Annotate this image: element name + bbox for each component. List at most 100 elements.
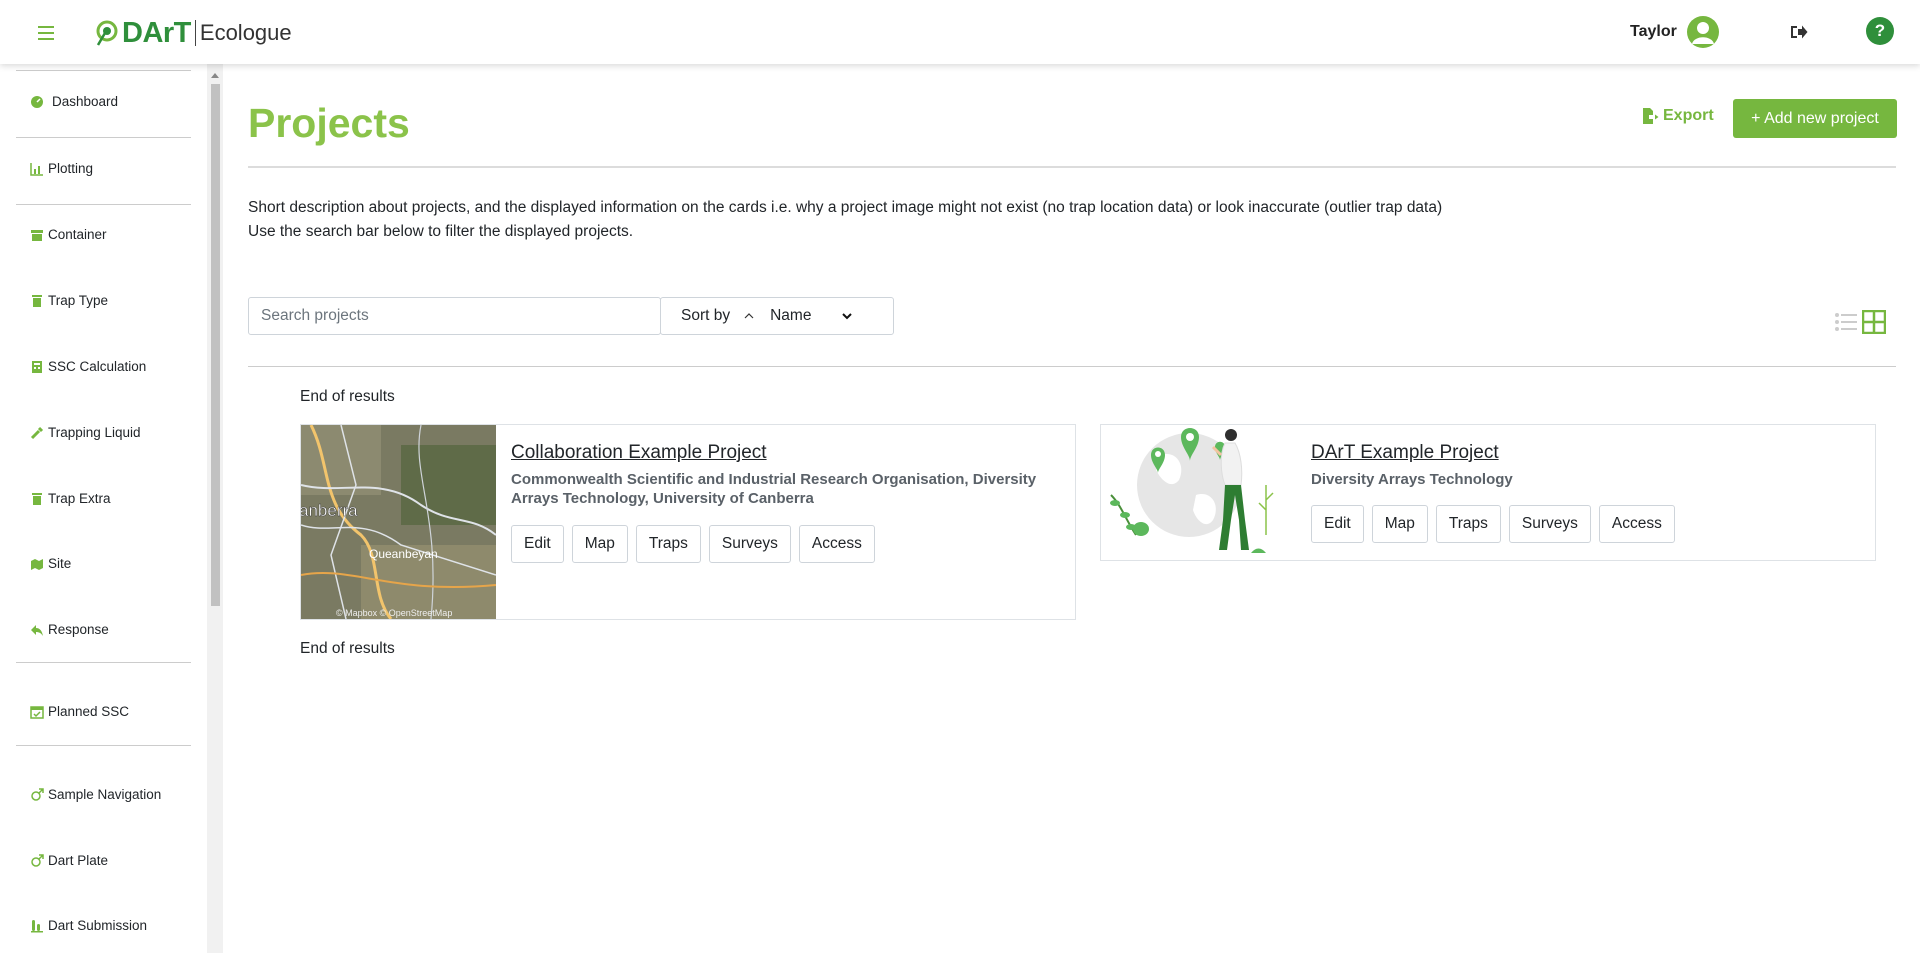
filter-divider [248, 366, 1896, 367]
trash-icon [32, 294, 42, 307]
page-title: Projects [248, 100, 410, 146]
sidebar-item-ssc-calculation[interactable]: SSC Calculation [30, 359, 146, 374]
edit-button[interactable]: Edit [511, 525, 564, 563]
sort-control: Sort by Name [660, 297, 894, 335]
sidebar-item-container[interactable]: Container [30, 227, 107, 242]
sort-select[interactable]: Name [770, 307, 866, 325]
map-button[interactable]: Map [1371, 505, 1428, 543]
trash-icon [32, 492, 42, 505]
access-button[interactable]: Access [1598, 505, 1675, 543]
sidebar-divider [16, 662, 191, 663]
vials-icon [31, 919, 43, 932]
sidebar-item-label: Response [48, 622, 109, 637]
sidebar-divider [16, 745, 191, 746]
project-organisations: Diversity Arrays Technology [1311, 470, 1513, 489]
logo-separator [194, 20, 196, 46]
sidebar-item-label: Plotting [48, 161, 94, 176]
project-card: DArT Example Project Diversity Arrays Te… [1100, 424, 1876, 561]
hamburger-menu-icon[interactable] [38, 22, 60, 42]
container-icon [31, 229, 43, 241]
sidebar-scroll-thumb[interactable] [211, 84, 220, 606]
top-bar: DArT Ecologue Taylor ? [0, 0, 1920, 64]
logo-app-name: Ecologue [199, 20, 292, 45]
sidebar-item-dart-submission[interactable]: Dart Submission [30, 918, 147, 933]
sidebar-item-plotting[interactable]: Plotting [30, 161, 93, 176]
user-avatar-icon[interactable] [1687, 16, 1719, 48]
page-description: Short description about projects, and th… [248, 196, 1442, 244]
project-actions: Edit Map Traps Surveys Access [511, 525, 875, 563]
sidebar-item-label: Sample Navigation [48, 787, 162, 802]
dart-logo-icon [96, 20, 118, 46]
search-input[interactable] [248, 297, 661, 335]
export-label: Export [1663, 107, 1714, 124]
traps-button[interactable]: Traps [635, 525, 701, 563]
grid-view-icon[interactable] [1862, 310, 1886, 334]
sidebar-item-response[interactable]: Response [30, 622, 109, 637]
sidebar-item-label: Trap Type [48, 293, 109, 308]
chevron-down-icon [842, 313, 852, 320]
project-title-link[interactable]: DArT Example Project [1311, 442, 1499, 464]
user-name[interactable]: Taylor [1630, 23, 1677, 41]
description-line: Use the search bar below to filter the d… [248, 223, 634, 240]
mars-icon [31, 787, 44, 801]
project-map-thumbnail[interactable]: anberra Queanbeyan © Mapbox © OpenStreet… [301, 425, 496, 619]
sidebar-item-label: Site [48, 556, 72, 571]
sidebar-item-label: Dashboard [52, 94, 119, 109]
scroll-up-arrow-icon[interactable] [211, 73, 219, 78]
help-icon[interactable]: ? [1866, 17, 1894, 45]
project-org-line: Arrays Technology, University of Canberr… [511, 490, 814, 507]
sidebar-item-planned-ssc[interactable]: Planned SSC [30, 704, 129, 719]
map-icon [31, 558, 43, 570]
calendar-check-icon [30, 705, 44, 719]
sidebar-item-label: Dart Plate [48, 853, 109, 868]
sort-ascending-icon[interactable] [744, 311, 754, 321]
sidebar-divider [16, 137, 191, 138]
list-view-icon[interactable] [1834, 311, 1858, 333]
reply-icon [31, 624, 43, 636]
sidebar-item-label: Trap Extra [48, 491, 111, 506]
sort-value: Name [770, 307, 812, 324]
project-org-line: Diversity Arrays Technology [1311, 471, 1513, 488]
sidebar-item-dashboard[interactable]: Dashboard [30, 94, 118, 109]
end-of-results-text: End of results [300, 388, 395, 405]
sidebar-item-trap-type[interactable]: Trap Type [30, 293, 108, 308]
project-illustration[interactable] [1101, 425, 1297, 560]
sidebar-item-trap-extra[interactable]: Trap Extra [30, 491, 111, 506]
end-of-results-text: End of results [300, 640, 395, 657]
project-actions: Edit Map Traps Surveys Access [1311, 505, 1675, 543]
edit-button[interactable]: Edit [1311, 505, 1364, 543]
surveys-button[interactable]: Surveys [708, 525, 791, 563]
sidebar-item-label: Dart Submission [48, 918, 148, 933]
project-title-link[interactable]: Collaboration Example Project [511, 442, 767, 464]
sidebar-divider [16, 204, 191, 205]
sidebar-item-sample-navigation[interactable]: Sample Navigation [30, 787, 161, 802]
sidebar-item-label: Trapping Liquid [48, 425, 141, 440]
sidebar-item-label: Planned SSC [48, 704, 130, 719]
logout-icon[interactable] [1790, 24, 1808, 40]
sidebar-item-label: Container [48, 227, 107, 242]
traps-button[interactable]: Traps [1435, 505, 1501, 543]
project-card: anberra Queanbeyan © Mapbox © OpenStreet… [300, 424, 1076, 620]
sidebar-item-site[interactable]: Site [30, 556, 71, 571]
sidebar-item-label: SSC Calculation [48, 359, 147, 374]
sidebar: Dashboard Plotting Container Trap Type S… [0, 64, 207, 953]
sidebar-item-trapping-liquid[interactable]: Trapping Liquid [30, 425, 141, 440]
access-button[interactable]: Access [798, 525, 875, 563]
pipette-icon [30, 426, 44, 439]
sort-label: Sort by [681, 307, 731, 324]
mars-icon [31, 853, 44, 867]
description-line: Short description about projects, and th… [248, 199, 1443, 216]
title-divider [248, 166, 1896, 168]
map-label: anberra [301, 501, 358, 520]
map-button[interactable]: Map [571, 525, 628, 563]
export-button[interactable]: Export [1641, 107, 1714, 125]
map-label: Queanbeyan [369, 547, 438, 561]
plot-icon [30, 162, 43, 176]
app-logo[interactable]: DArT Ecologue [94, 14, 292, 52]
sidebar-divider [16, 70, 191, 71]
sidebar-item-dart-plate[interactable]: Dart Plate [30, 853, 108, 868]
project-org-line: Commonwealth Scientific and Industrial R… [511, 471, 1037, 488]
logo-dart-text: DArT [122, 16, 191, 49]
add-new-project-button[interactable]: + Add new project [1733, 99, 1897, 138]
surveys-button[interactable]: Surveys [1508, 505, 1591, 543]
